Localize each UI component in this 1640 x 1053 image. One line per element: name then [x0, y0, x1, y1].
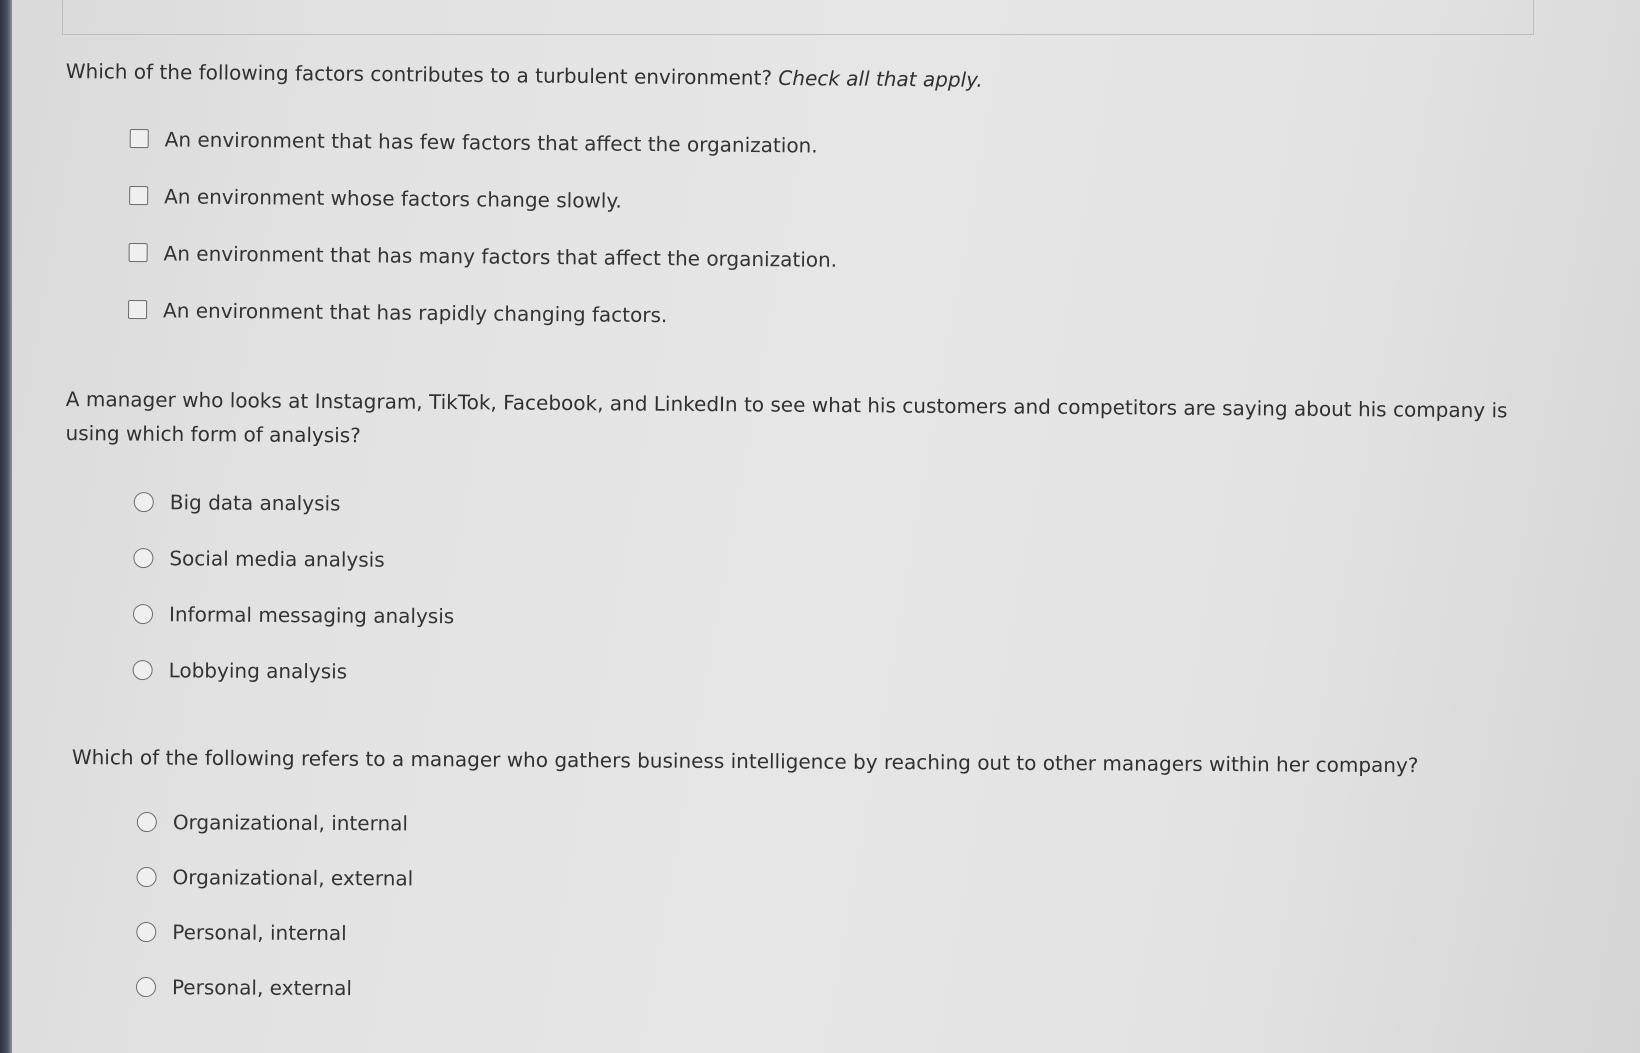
option-label[interactable]: Organizational, external	[173, 865, 414, 890]
option-label[interactable]: Lobbying analysis	[169, 658, 348, 683]
question-3-prompt: Which of the following refers to a manag…	[72, 740, 1419, 782]
checkbox-option[interactable]: An environment whose factors change slow…	[129, 167, 838, 231]
question-1-instruction: Check all that apply.	[778, 65, 983, 92]
option-label[interactable]: An environment that has many factors tha…	[164, 241, 838, 271]
checkbox-option[interactable]: An environment that has rapidly changing…	[127, 281, 837, 345]
option-label[interactable]: Personal, internal	[172, 920, 347, 945]
radio-button-icon[interactable]	[136, 866, 157, 887]
radio-button-icon[interactable]	[133, 491, 154, 513]
radio-button-icon[interactable]	[132, 603, 154, 625]
radio-option[interactable]: Personal, external	[135, 959, 413, 1015]
radio-option[interactable]: Informal messaging analysis	[132, 586, 455, 644]
question-2-text: A manager who looks at Instagram, TikTok…	[65, 386, 1508, 448]
option-label[interactable]: Personal, external	[172, 975, 352, 1000]
radio-button-icon[interactable]	[136, 811, 157, 832]
option-label[interactable]: An environment that has rapidly changing…	[163, 298, 667, 327]
radio-option[interactable]: Social media analysis	[133, 530, 455, 588]
checkbox-icon[interactable]	[129, 128, 149, 149]
question-2-prompt: A manager who looks at Instagram, TikTok…	[65, 382, 1525, 461]
question-3-text: Which of the following refers to a manag…	[71, 744, 1419, 778]
radio-button-icon[interactable]	[133, 547, 154, 569]
radio-option[interactable]: Big data analysis	[133, 474, 456, 532]
radio-button-icon[interactable]	[136, 921, 157, 942]
question-1-prompt: Which of the following factors contribut…	[66, 54, 983, 97]
option-label[interactable]: Big data analysis	[170, 490, 341, 515]
radio-option[interactable]: Organizational, internal	[136, 794, 414, 850]
question-3-options: Organizational, internal Organizational,…	[135, 794, 414, 1015]
option-label[interactable]: Informal messaging analysis	[169, 602, 454, 628]
checkbox-icon[interactable]	[128, 242, 148, 263]
option-label[interactable]: Social media analysis	[169, 546, 384, 572]
previous-content-box	[62, 0, 1534, 35]
radio-option[interactable]: Lobbying analysis	[132, 642, 454, 700]
checkbox-icon[interactable]	[127, 299, 148, 320]
option-label[interactable]: An environment whose factors change slow…	[164, 184, 622, 212]
question-1-options: An environment that has few factors that…	[127, 110, 839, 345]
radio-button-icon[interactable]	[132, 659, 153, 681]
question-2-options: Big data analysis Social media analysis …	[132, 474, 455, 700]
radio-option[interactable]: Personal, internal	[136, 904, 413, 960]
window-edge	[0, 0, 12, 1053]
checkbox-option[interactable]: An environment that has many factors tha…	[128, 224, 837, 288]
question-1-text: Which of the following factors contribut…	[65, 58, 773, 90]
option-label[interactable]: An environment that has few factors that…	[165, 127, 818, 157]
option-label[interactable]: Organizational, internal	[173, 810, 408, 835]
radio-option[interactable]: Organizational, external	[136, 849, 413, 905]
radio-button-icon[interactable]	[135, 976, 157, 997]
checkbox-option[interactable]: An environment that has few factors that…	[129, 110, 838, 174]
checkbox-icon[interactable]	[129, 185, 149, 206]
